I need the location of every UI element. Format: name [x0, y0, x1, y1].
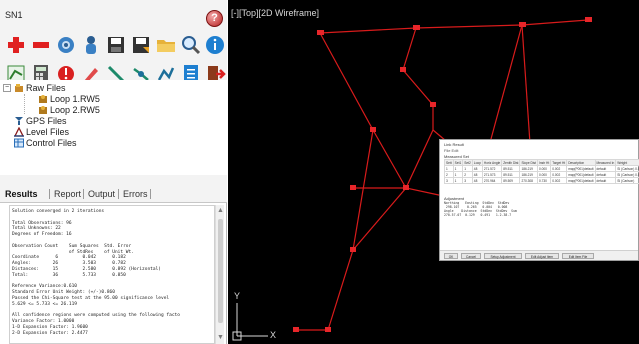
results-line: Observation Count Sum Squares Std. Error: [12, 243, 132, 249]
project-tree: − Raw Files Loop 1.RW5 Loop 2.RW5 GPS Fi…: [0, 80, 227, 175]
tree-collapse-toggle[interactable]: −: [3, 84, 11, 92]
table-cell: 0.730: [536, 177, 552, 184]
save-as-icon[interactable]: [130, 34, 152, 56]
ok-button[interactable]: OK: [444, 253, 458, 259]
info-icon[interactable]: [204, 34, 226, 56]
edit-adjust-item-button[interactable]: Edit Adjust Item: [525, 253, 559, 259]
rw5-file-icon: [39, 95, 47, 103]
results-line: 1-D Expansion Factor: 1.9600: [12, 324, 88, 330]
tab-output[interactable]: Output: [88, 187, 115, 201]
traverse-line: [319, 19, 589, 34]
open-folder-icon[interactable]: [155, 34, 177, 56]
results-line: Reference Variance:0.610: [12, 284, 78, 290]
results-line: All confidence regions were computed usi…: [12, 313, 180, 319]
dialog-title: Link Result: [444, 142, 464, 147]
table-cell: 3: [462, 177, 473, 184]
rw5-file-icon: [39, 106, 47, 114]
panel-splitter[interactable]: [0, 175, 227, 183]
table-cell: 270.308: [519, 177, 538, 184]
results-line: Total Unknowns: 22: [12, 226, 61, 232]
results-line: Total Observations: 96: [12, 220, 72, 226]
table-cell: 0.002: [550, 177, 568, 184]
results-line: Standard Error Unit Weight: (+/-)0.860: [12, 290, 115, 296]
results-line: Coordinate 6 0.042 0.182: [12, 255, 126, 261]
tab-results[interactable]: Results: [5, 187, 38, 201]
results-line: Variance Factor: 1.0000: [12, 319, 75, 325]
settings-icon[interactable]: [55, 34, 77, 56]
scroll-up-icon[interactable]: ▲: [216, 207, 225, 215]
tab-report[interactable]: Report: [54, 187, 81, 201]
results-text-area[interactable]: Solution converged in 2 iterations Total…: [9, 205, 215, 344]
dialog-menu[interactable]: File Edit: [444, 148, 458, 153]
results-line: Degrees of Freedom: 16: [12, 232, 72, 238]
station-point: [413, 25, 420, 30]
scroll-down-icon[interactable]: ▼: [216, 334, 225, 342]
table-cell: default: [594, 177, 617, 184]
dialog-footer: OK Cancel Setup Adjustment Edit Adjust I…: [440, 250, 638, 260]
ucs-x-label: X: [270, 330, 277, 340]
station-point: [350, 185, 356, 190]
results-line: of StdRes of Unit Wt.: [12, 249, 134, 255]
gps-icon: [15, 117, 23, 125]
adjustment-summary: Northing Easting StdDev StdDev 298.107 0…: [444, 201, 517, 217]
person-icon[interactable]: [80, 34, 102, 56]
results-line: 5.629 <= 5.733 <= 26.119: [12, 301, 78, 307]
viewport-label[interactable]: [-][Top][2D Wireframe]: [231, 8, 319, 18]
help-button[interactable]: ?: [206, 10, 223, 27]
station-point: [430, 102, 436, 107]
station-point: [325, 327, 331, 332]
traverse-line: [352, 129, 407, 251]
table-cell: 89.509: [501, 177, 521, 184]
station-point: [400, 67, 406, 72]
traverse-line: [296, 32, 374, 331]
table-cell: 3: [444, 177, 454, 184]
project-panel: SN1 ? − Raw Files Loop 1.RW5 Loop 2.RW5 …: [0, 0, 227, 344]
station-point: [317, 30, 324, 35]
results-line: 2-D Expansion Factor: 2.4477: [12, 330, 88, 336]
toolbar-primary: [0, 31, 227, 60]
title-bar: SN1 ?: [0, 0, 227, 31]
save-icon[interactable]: [105, 34, 127, 56]
tree-item-control-files[interactable]: Control Files: [14, 137, 77, 149]
results-line: Total: 36 5.733 0.850: [12, 272, 126, 278]
results-line: Distances: 15 2.580 0.892 (Horizontal): [12, 266, 162, 272]
link-result-dialog[interactable]: Link Result File Edit Measured Set Sett S…: [439, 139, 639, 261]
station-point: [403, 185, 409, 190]
cancel-button[interactable]: Cancel: [461, 253, 481, 259]
tab-errors[interactable]: Errors: [123, 187, 148, 201]
results-text: Solution converged in 2 iterations Total…: [10, 206, 214, 340]
table-cell: 270.964: [481, 177, 503, 184]
table-cell: 1: [452, 177, 464, 184]
measured-set-table[interactable]: Sett Set1 Set2 Loop Horiz Angle Zenith Dist Sl…: [444, 159, 639, 184]
ucs-y-label: Y: [234, 291, 241, 301]
raw-files-icon: [15, 84, 23, 92]
results-scrollbar[interactable]: ▲ ▼: [215, 205, 224, 344]
results-line: Angles: 26 3.503 0.782: [12, 261, 126, 267]
station-point: [370, 127, 376, 132]
results-line: Solution converged in 2 iterations: [12, 209, 105, 214]
ucs-icon: [232, 303, 268, 341]
station-point: [350, 247, 356, 252]
results-line: Passed the Chi-Square test at the 95.00 …: [12, 295, 170, 301]
control-table-icon: [14, 138, 24, 148]
add-icon[interactable]: [5, 34, 27, 56]
setup-adjustment-button[interactable]: Setup Adjustment: [484, 253, 522, 259]
scroll-thumb[interactable]: [218, 219, 223, 323]
station-point: [293, 327, 299, 332]
help-icon: ?: [211, 12, 218, 24]
zoom-icon[interactable]: [180, 34, 202, 56]
output-tabs: Results Report Output Errors: [0, 183, 227, 203]
table-row[interactable]: 3 1 3 48 270.964 89.509 270.308 0.730 0.002 map(P…: [444, 177, 639, 184]
edit-item-file-button[interactable]: Edit Item File: [562, 253, 594, 259]
level-icon: [14, 127, 24, 137]
station-point: [519, 22, 526, 27]
table-cell: map(P001)default: [566, 177, 596, 184]
app-title: SN1: [5, 10, 23, 20]
remove-icon[interactable]: [30, 34, 52, 56]
table-cell: 48: [471, 177, 483, 184]
station-point: [585, 17, 592, 22]
table-cell: SI (Carlson): [615, 177, 639, 184]
